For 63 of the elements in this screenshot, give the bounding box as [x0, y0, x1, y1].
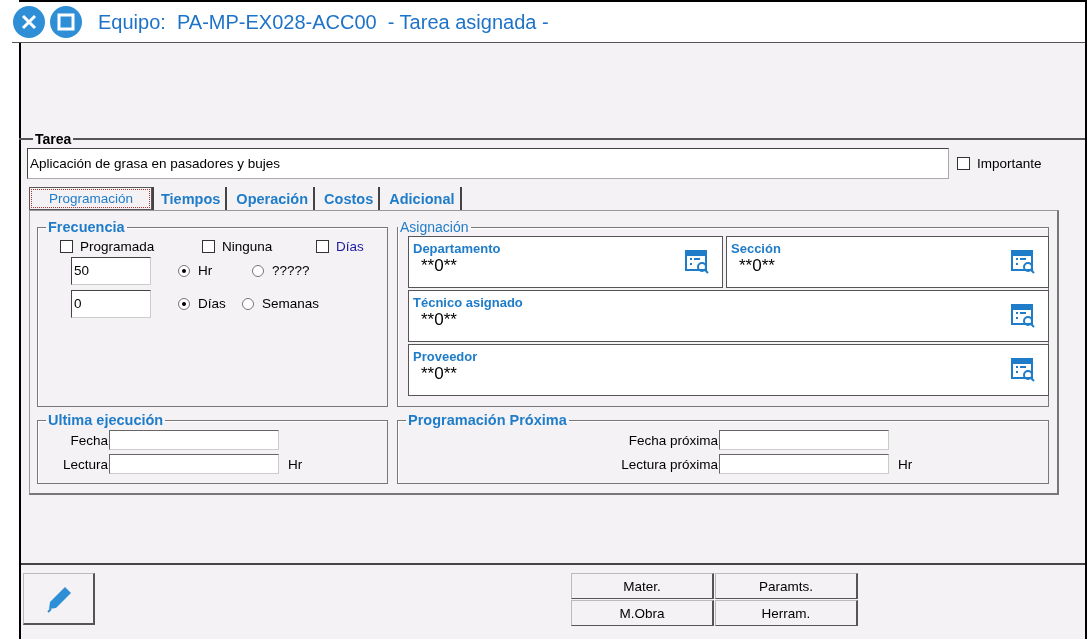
checkbox-label: Ninguna — [222, 239, 273, 254]
action-button[interactable]: Paramts. — [715, 573, 858, 599]
tab[interactable]: Operación — [230, 187, 316, 210]
radio-label: ????? — [272, 263, 310, 278]
group-title: Frecuencia — [47, 219, 126, 235]
search-list-icon[interactable] — [684, 249, 710, 275]
checkbox[interactable] — [957, 157, 970, 170]
group-title: Asignación — [399, 219, 470, 235]
checkbox[interactable] — [316, 240, 329, 253]
radio-button[interactable] — [178, 297, 190, 310]
input-field[interactable] — [109, 454, 279, 474]
field-label: Lectura próxima — [621, 456, 718, 472]
close-icon[interactable] — [12, 5, 46, 39]
unit-label: Hr — [898, 456, 914, 472]
radio-button[interactable] — [252, 264, 264, 277]
checkbox-label: Días — [336, 239, 364, 254]
maximize-icon[interactable] — [49, 5, 83, 39]
checkbox[interactable] — [60, 240, 73, 253]
radio-button[interactable] — [242, 297, 254, 310]
radio-button[interactable] — [178, 264, 190, 277]
action-button[interactable]: Herram. — [715, 600, 858, 626]
lookup-field[interactable]: Departamento **0** — [408, 236, 723, 288]
group-title: Programación Próxima — [407, 412, 568, 428]
search-list-icon[interactable] — [1010, 357, 1036, 383]
field-value: **0** — [421, 256, 458, 276]
tab[interactable]: Costos — [318, 187, 381, 210]
checkbox-label: Programada — [80, 239, 155, 254]
lookup-field[interactable]: Proveedor **0** — [408, 344, 1049, 396]
lookup-field[interactable]: Técnico asignado **0** — [408, 290, 1049, 342]
input-field[interactable] — [719, 454, 889, 474]
search-list-icon[interactable] — [1010, 249, 1036, 275]
checkbox-label: Importante — [977, 156, 1042, 171]
field-value: **0** — [739, 256, 776, 276]
input-field[interactable] — [719, 430, 889, 450]
edit-button[interactable] — [23, 573, 95, 625]
tab[interactable]: Programación — [29, 187, 152, 210]
field-label: Sección — [731, 241, 781, 256]
input-field[interactable]: 0 — [71, 289, 151, 318]
field-label: Fecha próxima — [628, 432, 718, 448]
field-label: Lectura — [62, 456, 108, 472]
field-value: **0** — [421, 310, 458, 330]
description-field[interactable]: Aplicación de grasa en pasadores y bujes — [27, 148, 949, 179]
checkbox[interactable] — [202, 240, 215, 253]
group-title: Tarea — [34, 131, 73, 147]
input-field[interactable] — [109, 430, 279, 450]
group-title: Ultima ejecución — [47, 412, 165, 428]
action-button[interactable]: Mater. — [571, 573, 714, 599]
radio-label: Semanas — [262, 296, 320, 311]
unit-label: Hr — [288, 456, 304, 472]
field-label: Proveedor — [413, 349, 478, 364]
field-label: Técnico asignado — [413, 295, 523, 310]
field-label: Fecha — [70, 432, 108, 448]
tab[interactable]: Tiempos — [155, 187, 228, 210]
tab[interactable]: Adicional — [383, 187, 462, 210]
window-title: Equipo: PA-MP-EX028-ACC00 - Tarea asignada - — [98, 10, 549, 34]
field-label: Departamento — [413, 241, 501, 256]
radio-label: Días — [198, 296, 226, 311]
radio-label: Hr — [198, 263, 213, 278]
action-button[interactable]: M.Obra — [571, 600, 714, 626]
search-list-icon[interactable] — [1010, 303, 1036, 329]
input-field[interactable]: 50 — [71, 256, 151, 285]
field-value: **0** — [421, 364, 458, 384]
lookup-field[interactable]: Sección **0** — [726, 236, 1049, 288]
